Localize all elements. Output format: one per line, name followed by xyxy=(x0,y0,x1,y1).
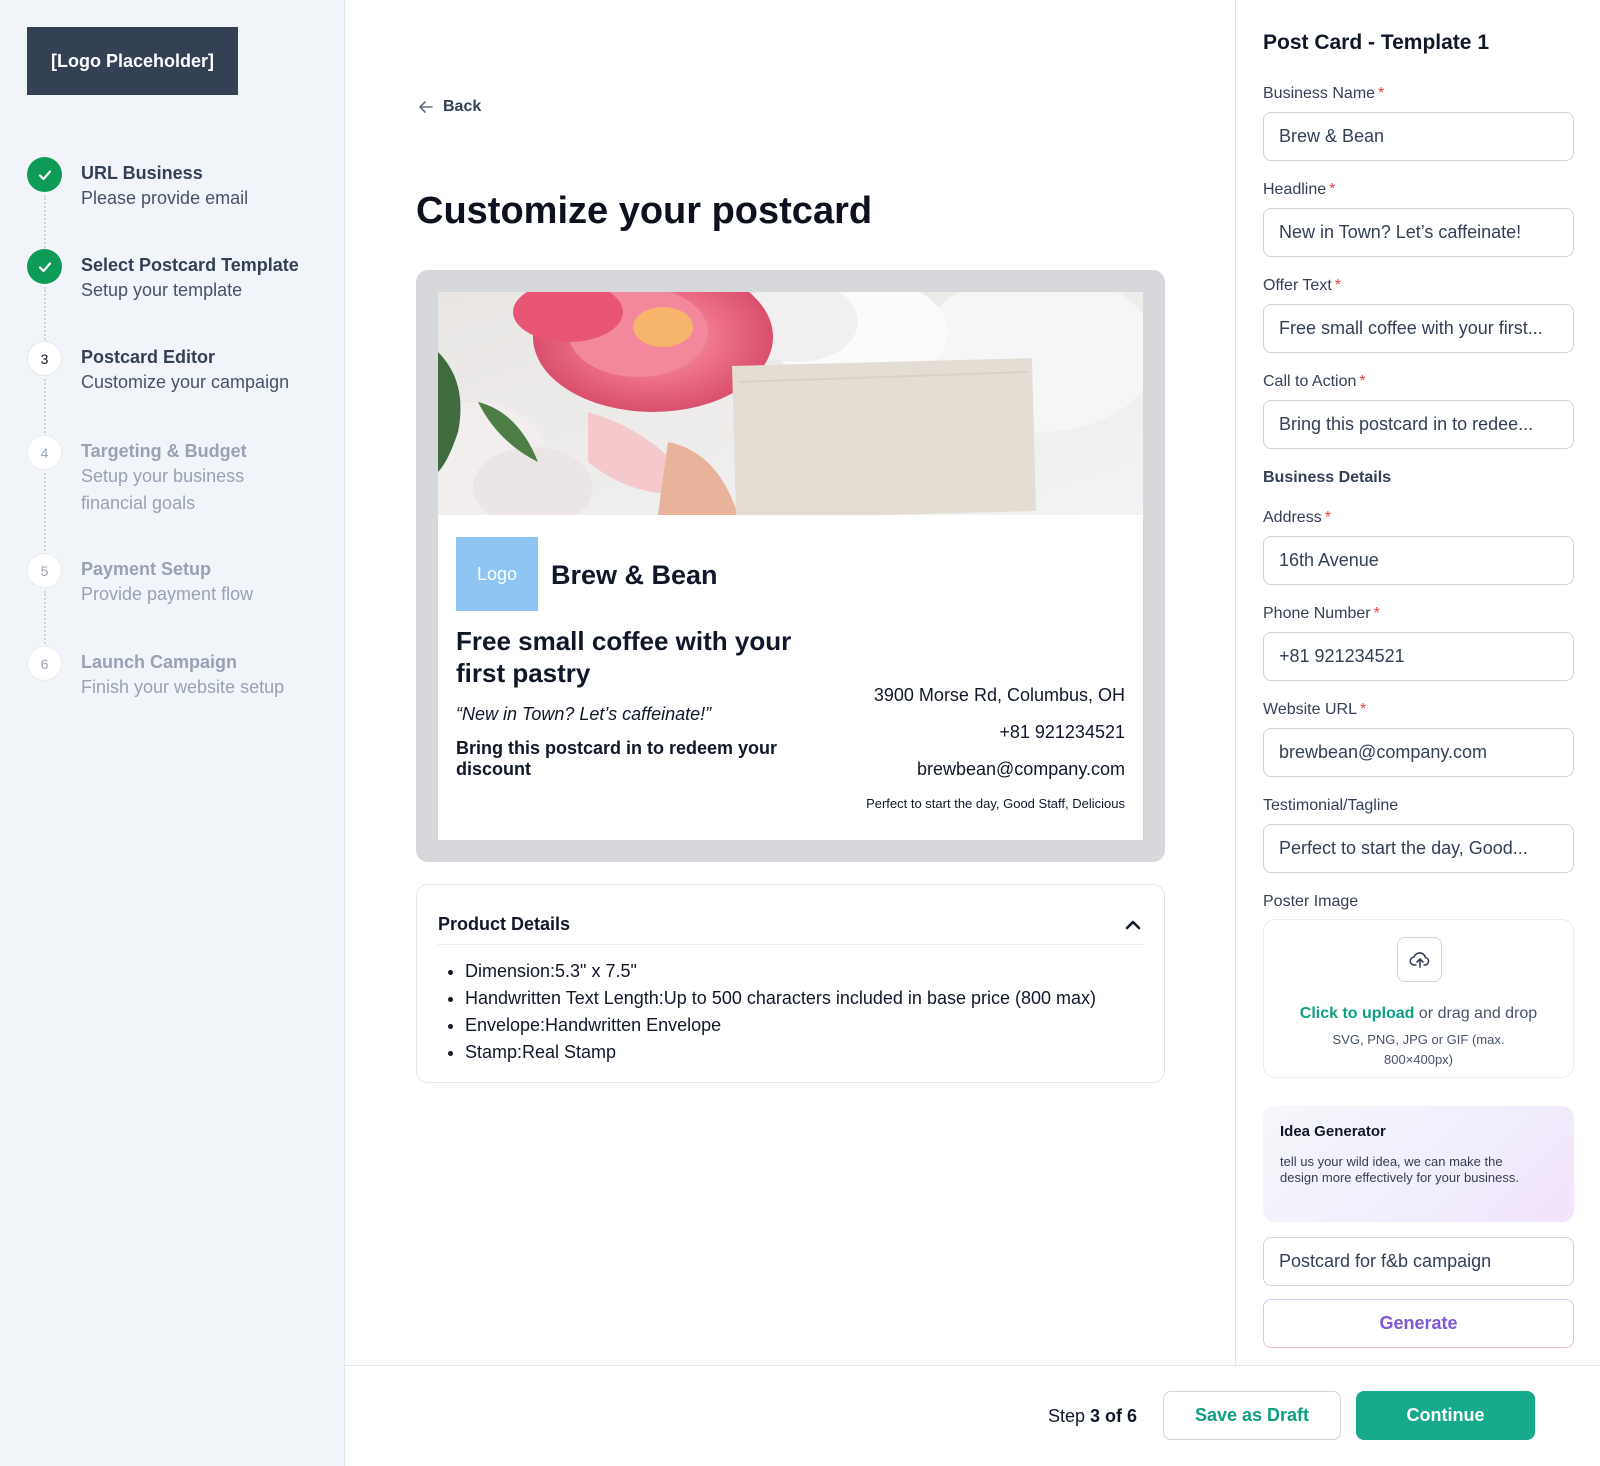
postcard-hero-image xyxy=(438,292,1143,515)
page-title: Customize your postcard xyxy=(416,190,873,232)
field-label: Offer Text * xyxy=(1263,277,1342,294)
address-field: Address * 16th Avenue xyxy=(1263,509,1574,585)
poster-upload-dropzone[interactable]: Click to upload or drag and drop SVG, PN… xyxy=(1263,919,1574,1078)
check-icon xyxy=(27,157,62,192)
postcard-logo: Logo xyxy=(456,537,538,611)
postcard-headline: “New in Town? Let’s caffeinate!” xyxy=(456,704,712,724)
website-field: Website URL * brewbean@company.com xyxy=(1263,701,1574,777)
step-targeting-budget[interactable]: 4 Targeting & Budget Setup your business… xyxy=(27,435,327,563)
offer-text-field: Offer Text * Free small coffee with your … xyxy=(1263,277,1574,353)
field-label: Testimonial/Tagline xyxy=(1263,797,1399,814)
postcard-address: 3900 Morse Rd, Columbus, OH xyxy=(873,685,1125,705)
website-input[interactable]: brewbean@company.com xyxy=(1263,728,1574,777)
back-link[interactable]: Back xyxy=(417,98,481,116)
postcard-preview: Logo Brew & Bean Free small coffee with … xyxy=(416,270,1165,862)
phone-field: Phone Number * +81 921234521 xyxy=(1263,605,1574,681)
step-title: Select Postcard Template xyxy=(81,255,299,275)
step-title: Targeting & Budget xyxy=(81,441,247,461)
step-counter: Step 3 of 6 xyxy=(1048,1406,1138,1426)
step-number: 5 xyxy=(27,553,62,588)
step-title: URL Business xyxy=(81,163,203,183)
list-item: Envelope:Handwritten Envelope xyxy=(465,1012,1096,1039)
postcard-phone: +81 921234521 xyxy=(999,722,1125,742)
cta-field: Call to Action * Bring this postcard in t… xyxy=(1263,373,1574,449)
postcard: Logo Brew & Bean Free small coffee with … xyxy=(438,292,1143,840)
postcard-cta: Bring this postcard in to redeem your di… xyxy=(456,738,778,779)
step-payment-setup[interactable]: 5 Payment Setup Provide payment flow xyxy=(27,553,327,656)
upload-cloud-icon[interactable] xyxy=(1397,937,1442,982)
field-label: Website URL * xyxy=(1263,701,1367,718)
sidebar: [Logo Placeholder] URL Business Please p… xyxy=(0,0,345,1466)
tagline-input[interactable]: Perfect to start the day, Good... xyxy=(1263,824,1574,873)
business-name-field: Business Name * Brew & Bean xyxy=(1263,85,1574,161)
check-icon xyxy=(27,249,62,284)
field-label: Phone Number * xyxy=(1263,605,1380,622)
postcard-website: brewbean@company.com xyxy=(916,759,1125,779)
step-subtitle: Provide payment flow xyxy=(81,584,254,604)
upload-instructions: Click to upload or drag and drop xyxy=(1299,1005,1538,1022)
back-label: Back xyxy=(443,98,482,115)
footer-bar: Step 3 of 6 Save as Draft Continue xyxy=(345,1365,1600,1466)
click-to-upload-link[interactable]: Click to upload xyxy=(1300,1005,1415,1022)
business-details-heading: Business Details xyxy=(1263,469,1392,486)
product-details: Product Details Dimension:5.3" x 7.5" Ha… xyxy=(416,884,1165,1083)
step-connector xyxy=(44,473,46,563)
headline-input[interactable]: New in Town? Let’s caffeinate! xyxy=(1263,208,1574,257)
business-name-input[interactable]: Brew & Bean xyxy=(1263,112,1574,161)
address-input[interactable]: 16th Avenue xyxy=(1263,536,1574,585)
step-subtitle: Finish your website setup xyxy=(81,677,285,697)
field-label: Poster Image xyxy=(1263,893,1359,910)
step-number: 4 xyxy=(27,435,62,470)
step-subtitle: Please provide email xyxy=(81,188,249,208)
continue-button[interactable]: Continue xyxy=(1356,1391,1535,1440)
step-number: 3 xyxy=(27,341,62,376)
chevron-up-icon[interactable] xyxy=(1123,915,1143,935)
postcard-tagline: Perfect to start the day, Good Staff, De… xyxy=(866,796,1125,811)
poster-image-field: Poster Image xyxy=(1263,893,1574,920)
idea-generator-card: Idea Generator tell us your wild idea, w… xyxy=(1263,1106,1574,1222)
list-item: Handwritten Text Length:Up to 500 charac… xyxy=(465,985,1096,1012)
field-label: Business Name * xyxy=(1263,85,1385,102)
list-item: Dimension:5.3" x 7.5" xyxy=(465,958,1096,985)
field-label: Address * xyxy=(1263,509,1331,526)
field-label: Call to Action * xyxy=(1263,373,1366,390)
step-subtitle: Customize your campaign xyxy=(81,372,290,392)
editor-panel: Post Card - Template 1 Business Name * Br… xyxy=(1235,0,1600,1365)
step-title: Launch Campaign xyxy=(81,652,238,672)
panel-title: Post Card - Template 1 xyxy=(1263,31,1489,54)
step-number: 6 xyxy=(27,646,62,681)
headline-field: Headline * New in Town? Let’s caffeinate! xyxy=(1263,181,1574,257)
idea-generator-description: tell us your wild idea, we can make the … xyxy=(1280,1154,1519,1185)
logo-placeholder: [Logo Placeholder] xyxy=(27,27,238,95)
phone-input[interactable]: +81 921234521 xyxy=(1263,632,1574,681)
step-title: Postcard Editor xyxy=(81,347,216,367)
tagline-field: Testimonial/Tagline Perfect to start the… xyxy=(1263,797,1574,873)
offer-text-input[interactable]: Free small coffee with your first... xyxy=(1263,304,1574,353)
save-draft-button[interactable]: Save as Draft xyxy=(1163,1391,1341,1440)
upload-hint: SVG, PNG, JPG or GIF (max. 800×400px) xyxy=(1332,1032,1505,1067)
step-subtitle: Setup your template xyxy=(81,280,243,300)
stepper: URL Business Please provide email Select… xyxy=(27,157,327,716)
list-item: Stamp:Real Stamp xyxy=(465,1039,1096,1066)
step-subtitle: Setup your business financial goals xyxy=(81,466,245,513)
product-details-header[interactable]: Product Details xyxy=(438,905,1143,945)
product-details-title: Product Details xyxy=(438,914,571,934)
step-url-business[interactable]: URL Business Please provide email xyxy=(27,157,327,259)
postcard-offer: Free small coffee with your first pastry xyxy=(456,626,792,688)
step-postcard-editor[interactable]: 3 Postcard Editor Customize your campaig… xyxy=(27,341,327,445)
step-launch-campaign[interactable]: 6 Launch Campaign Finish your website se… xyxy=(27,646,327,716)
idea-generator-title: Idea Generator xyxy=(1280,1123,1386,1140)
step-title: Payment Setup xyxy=(81,559,212,579)
field-label: Headline * xyxy=(1263,181,1336,198)
product-details-list: Dimension:5.3" x 7.5" Handwritten Text L… xyxy=(465,958,1096,1066)
step-select-template[interactable]: Select Postcard Template Setup your temp… xyxy=(27,249,327,351)
cta-input[interactable]: Bring this postcard in to redee... xyxy=(1263,400,1574,449)
postcard-business-name: Brew & Bean xyxy=(551,560,718,590)
idea-input[interactable]: Postcard for f&b campaign xyxy=(1263,1237,1574,1286)
main-content: Back Customize your postcard Logo Brew &… xyxy=(345,0,1235,1365)
arrow-left-icon xyxy=(419,101,433,113)
generate-button[interactable]: Generate xyxy=(1263,1299,1574,1348)
